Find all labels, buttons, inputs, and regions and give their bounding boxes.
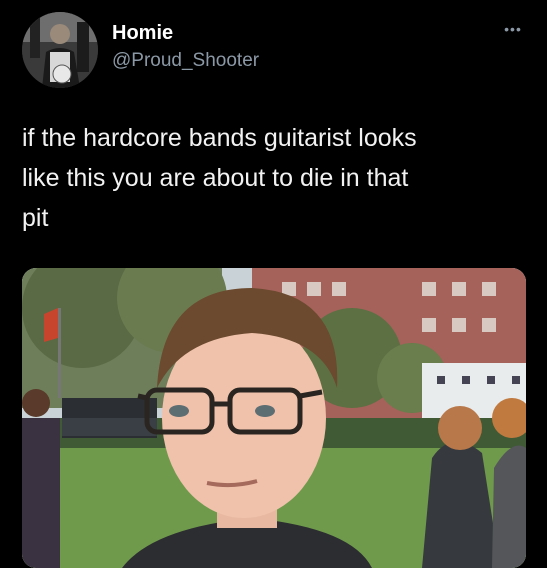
- avatar-image: [22, 12, 98, 88]
- tweet-text: if the hardcore bands guitarist looks li…: [22, 124, 417, 232]
- media-photo: [22, 268, 526, 568]
- tweet-media[interactable]: [22, 268, 526, 568]
- user-handle[interactable]: @Proud_Shooter: [112, 50, 259, 72]
- display-name[interactable]: Homie: [112, 22, 173, 45]
- avatar[interactable]: [22, 12, 98, 88]
- more-options-icon[interactable]: •••: [498, 22, 528, 36]
